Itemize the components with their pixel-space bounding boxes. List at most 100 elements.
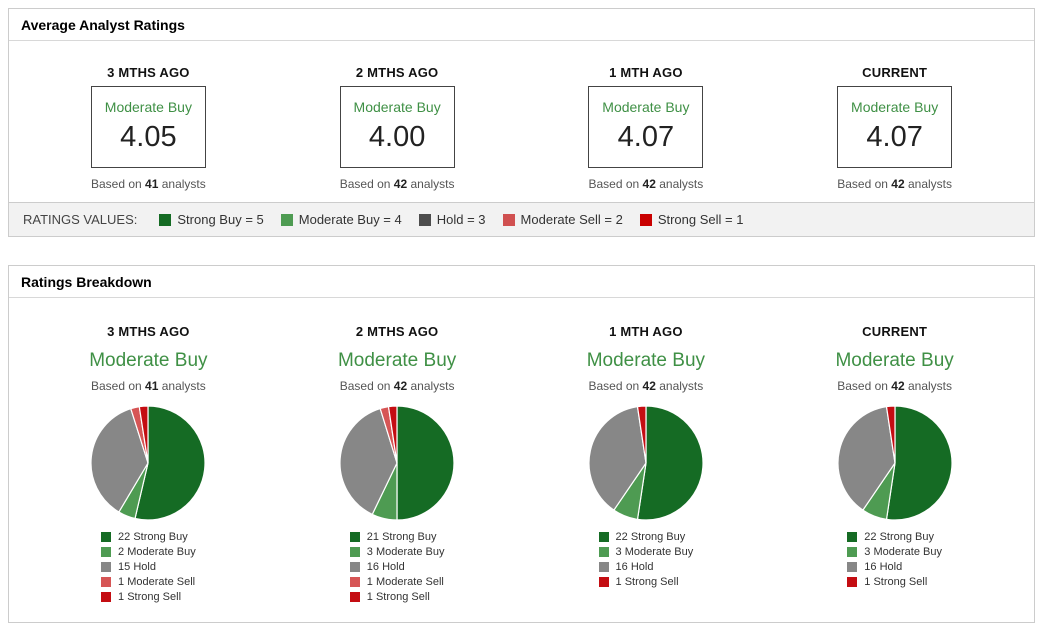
legend-label: Strong Sell = 1 [657, 212, 744, 227]
pie-slice-strong-buy [636, 405, 704, 521]
legend-label: 16 Hold [366, 560, 405, 573]
rating-box: Moderate Buy 4.00 [339, 86, 455, 168]
ratings-legend-item: Strong Buy = 5 [159, 212, 264, 227]
pie-legend: 22 Strong Buy 3 Moderate Buy 16 Hold 1 Stro… [598, 529, 693, 589]
analyst-count-note: Based on 42 analysts [273, 379, 522, 393]
pie-legend-row: 1 Moderate Sell [349, 574, 445, 589]
ratings-columns: 3 MTHS AGO Moderate Buy 4.05 Based on 41… [9, 41, 1034, 191]
analyst-count: 42 [891, 379, 905, 393]
pie-legend-row: 1 Moderate Sell [101, 574, 196, 589]
pie-legend-row: 3 Moderate Buy [847, 544, 942, 559]
ratings-breakdown-panel: Ratings Breakdown 3 MTHS AGO Moderate Bu… [8, 265, 1035, 623]
pie-chart [588, 405, 704, 521]
legend-label: 22 Strong Buy [118, 530, 188, 543]
legend-label: 3 Moderate Buy [366, 545, 445, 558]
rating-box: Moderate Buy 4.07 [837, 86, 953, 168]
legend-color-swatch [349, 591, 360, 602]
legend-color-swatch [101, 576, 112, 587]
legend-color-swatch [101, 546, 112, 557]
rating-text: Moderate Buy [104, 99, 192, 115]
rating-text: Moderate Buy [586, 350, 706, 371]
breakdown-column-2mths: 2 MTHS AGO Moderate Buy Based on 42 anal… [273, 324, 522, 607]
based-on-suffix: analysts [907, 379, 953, 393]
breakdown-column-current: CURRENT Moderate Buy Based on 42 analyst… [770, 324, 1019, 607]
analyst-count: 42 [891, 177, 905, 191]
pie-legend-row: 1 Strong Sell [101, 589, 196, 604]
based-on-suffix: analysts [659, 379, 704, 393]
legend-color-swatch [349, 546, 360, 557]
based-on-suffix: analysts [410, 177, 455, 191]
based-on-prefix: Based on [339, 379, 391, 393]
analyst-count: 42 [642, 379, 656, 393]
pie-legend: 21 Strong Buy 3 Moderate Buy 16 Hold 1 Mode… [349, 529, 445, 604]
legend-label: 1 Moderate Sell [366, 575, 444, 588]
legend-label: Strong Buy = 5 [177, 212, 264, 227]
rating-column-2mths: 2 MTHS AGO Moderate Buy 4.00 Based on 42… [273, 65, 522, 191]
ratings-values-label: RATINGS VALUES: [23, 212, 138, 227]
ratings-legend-item: Hold = 3 [418, 212, 486, 227]
legend-label: 1 Strong Sell [864, 575, 928, 588]
analyst-count-note: Based on 41 analysts [24, 379, 273, 393]
analyst-count: 41 [145, 177, 159, 191]
rating-text: Moderate Buy [337, 350, 457, 371]
legend-label: 15 Hold [118, 560, 156, 573]
legend-label: 1 Strong Sell [366, 590, 430, 603]
breakdown-column-1mth: 1 MTH AGO Moderate Buy Based on 42 analy… [522, 324, 771, 607]
analyst-count: 42 [393, 177, 408, 191]
analyst-count: 42 [642, 177, 656, 191]
pie-legend-row: 3 Moderate Buy [349, 544, 445, 559]
analyst-count-note: Based on 42 analysts [770, 379, 1019, 393]
rating-value: 4.07 [866, 121, 923, 153]
pie-legend-row: 16 Hold [847, 559, 942, 574]
legend-color-swatch [280, 213, 293, 226]
analyst-count-note: Based on 41 analysts [24, 177, 273, 191]
based-on-suffix: analysts [907, 177, 953, 191]
legend-color-swatch [101, 531, 112, 542]
pie-slice-strong-buy [885, 405, 953, 521]
analyst-count-note: Based on 42 analysts [522, 177, 771, 191]
analyst-count-note: Based on 42 analysts [273, 177, 522, 191]
based-on-suffix: analysts [410, 379, 455, 393]
rating-text: Moderate Buy [353, 99, 441, 115]
ratings-values-legend: Strong Buy = 5 Moderate Buy = 4 Hold = 3 Mo… [159, 212, 743, 227]
panel-title: Average Analyst Ratings [9, 9, 1034, 41]
period-label: 1 MTH AGO [609, 324, 683, 339]
ratings-legend-item: Strong Sell = 1 [639, 212, 744, 227]
legend-label: 22 Strong Buy [615, 530, 686, 543]
based-on-prefix: Based on [837, 379, 888, 393]
rating-value: 4.00 [368, 121, 426, 153]
legend-color-swatch [598, 546, 609, 557]
rating-text: Moderate Buy [851, 99, 939, 115]
breakdown-columns: 3 MTHS AGO Moderate Buy Based on 41 anal… [9, 298, 1034, 607]
period-label: 2 MTHS AGO [355, 324, 439, 339]
based-on-suffix: analysts [161, 177, 206, 191]
average-ratings-panel: Average Analyst Ratings 3 MTHS AGO Moder… [8, 8, 1035, 237]
legend-color-swatch [101, 561, 112, 572]
rating-column-current: CURRENT Moderate Buy 4.07 Based on 42 an… [770, 65, 1019, 191]
pie-legend-row: 22 Strong Buy [101, 529, 196, 544]
based-on-prefix: Based on [90, 379, 142, 393]
legend-label: 16 Hold [864, 560, 903, 573]
analyst-count-note: Based on 42 analysts [522, 379, 771, 393]
legend-label: 2 Moderate Buy [118, 545, 196, 558]
based-on-suffix: analysts [659, 177, 704, 191]
pie-legend-row: 1 Strong Sell [349, 589, 445, 604]
rating-text: Moderate Buy [602, 99, 690, 115]
based-on-prefix: Based on [90, 177, 142, 191]
ratings-values-bar: RATINGS VALUES: Strong Buy = 5 Moderate B… [9, 202, 1034, 236]
period-label: 2 MTHS AGO [355, 65, 439, 80]
pie-chart [837, 405, 953, 521]
analyst-count: 42 [393, 379, 408, 393]
legend-color-swatch [639, 213, 652, 226]
period-label: CURRENT [862, 65, 928, 80]
pie-legend-row: 15 Hold [101, 559, 196, 574]
panel-title: Ratings Breakdown [9, 266, 1034, 298]
rating-box: Moderate Buy 4.05 [90, 86, 206, 168]
legend-label: 1 Moderate Sell [118, 575, 196, 588]
rating-text: Moderate Buy [835, 350, 954, 371]
legend-color-swatch [101, 591, 112, 602]
period-label: CURRENT [862, 324, 928, 339]
rating-column-3mths: 3 MTHS AGO Moderate Buy 4.05 Based on 41… [24, 65, 273, 191]
legend-label: 1 Strong Sell [118, 590, 182, 603]
rating-text: Moderate Buy [89, 350, 208, 371]
